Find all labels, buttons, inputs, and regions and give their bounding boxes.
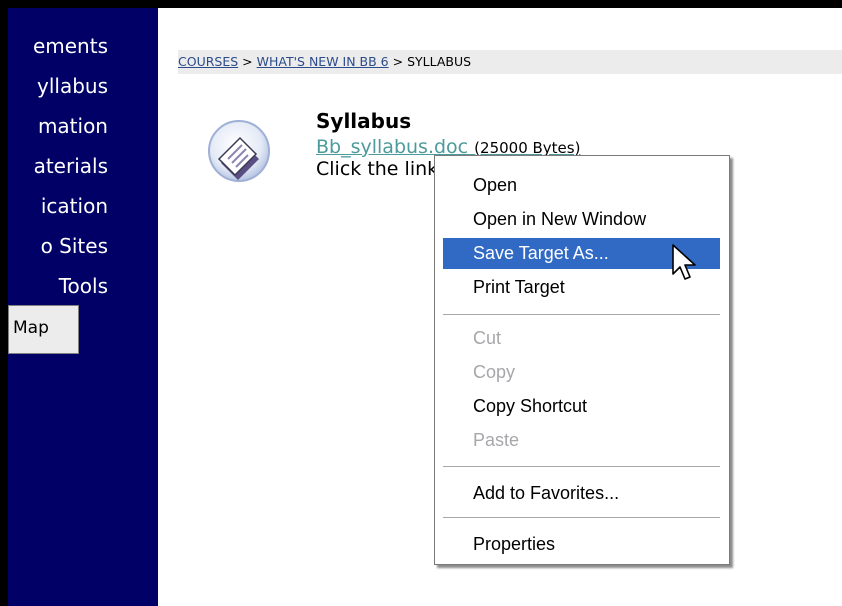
breadcrumb-link-whats-new[interactable]: WHAT'S NEW IN BB 6 — [257, 54, 389, 69]
menu-item-properties[interactable]: Properties — [443, 529, 720, 560]
course-map-button[interactable]: Map — [8, 305, 79, 354]
course-menu-sidebar: ements yllabus mation aterials ication o… — [8, 8, 158, 606]
sidebar-item-information[interactable]: mation — [38, 114, 108, 138]
menu-item-cut: Cut — [473, 328, 502, 348]
breadcrumb-link-courses[interactable]: COURSES — [178, 54, 238, 69]
sidebar-item-communication[interactable]: ication — [41, 194, 108, 218]
breadcrumb-separator: > — [242, 54, 253, 69]
menu-item-copy: Copy — [473, 362, 516, 382]
menu-item-paste: Paste — [473, 430, 520, 450]
menu-separator — [443, 517, 720, 518]
sidebar-item-tools[interactable]: Tools — [59, 274, 108, 298]
sidebar-item-web-sites[interactable]: o Sites — [41, 234, 108, 258]
mouse-pointer-icon — [672, 244, 696, 280]
breadcrumb-separator: > — [392, 54, 404, 69]
menu-item-open[interactable]: Open — [443, 170, 720, 201]
menu-item-copy-shortcut[interactable]: Copy Shortcut — [443, 391, 720, 422]
breadcrumb: COURSES > WHAT'S NEW IN BB 6 > SYLLABUS — [178, 50, 842, 74]
sidebar-item-announcements[interactable]: ements — [33, 34, 108, 58]
menu-item-add-to-favorites[interactable]: Add to Favorites... — [443, 478, 720, 509]
menu-item-open-new-window[interactable]: Open in New Window — [443, 204, 720, 235]
menu-separator — [443, 466, 720, 467]
browser-viewport: ements yllabus mation aterials ication o… — [8, 8, 842, 606]
content-item-title: Syllabus — [316, 109, 412, 133]
document-item-icon — [208, 120, 270, 182]
menu-separator — [443, 314, 720, 315]
breadcrumb-current-page: SYLLABUS — [407, 54, 472, 69]
context-menu: Open Open in New Window Save Target As..… — [434, 155, 730, 565]
sidebar-item-syllabus[interactable]: yllabus — [37, 74, 108, 98]
sidebar-item-materials[interactable]: aterials — [34, 154, 108, 178]
